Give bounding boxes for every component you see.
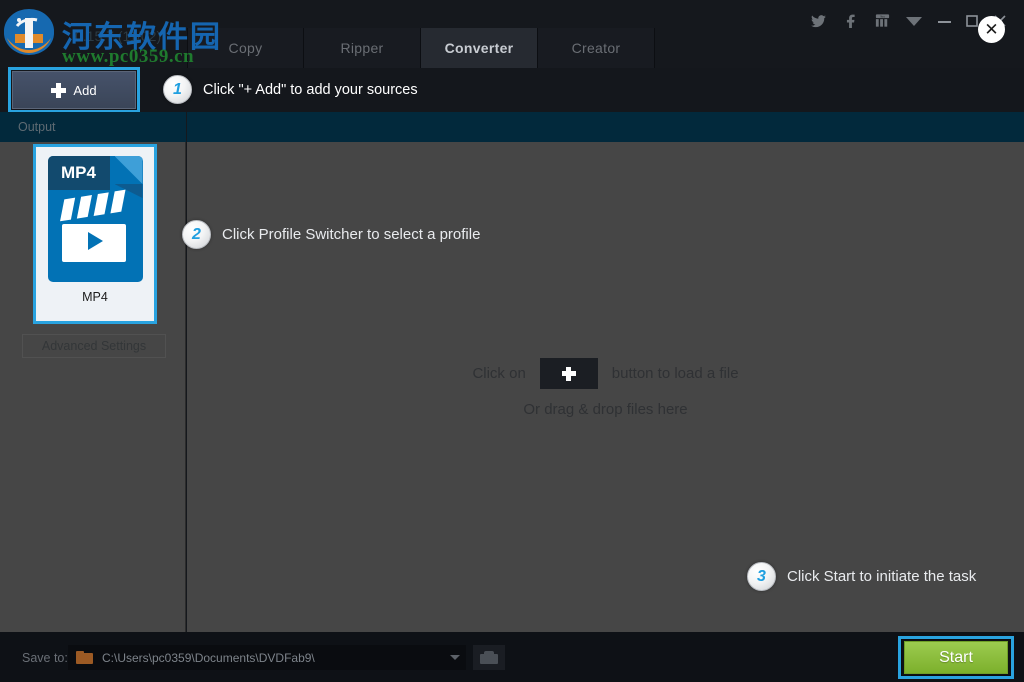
start-button-label: Start [939,648,973,666]
mp4-file-icon: MP4 [47,156,143,282]
main-drop-area[interactable]: Click on button to load a file Or drag &… [187,142,1024,632]
watermark-close-icon[interactable]: ✕ [978,16,1005,43]
plus-icon [51,82,67,98]
profile-name-label: MP4 [82,290,108,304]
step-1-text: Click "+ Add" to add your sources [203,81,418,98]
folder-open-icon [480,651,498,664]
mp4-format-badge: MP4 [47,156,110,190]
output-section-header: Output [0,112,186,142]
toolbar: Add Task Queue [0,67,1024,174]
output-path-dropdown[interactable] [443,645,466,670]
output-section-label: Output [18,120,56,134]
content-header-strip [187,112,1024,142]
svg-text:You: You [880,15,885,19]
drop-hint-primary: Click on button to load a file [187,358,1024,389]
folder-icon [76,651,93,664]
add-plus-chip[interactable] [539,358,598,389]
step-1-badge: 1 [163,75,192,104]
drop-hint-suffix: button to load a file [611,365,739,382]
bottom-bar: Save to: C:\Users\pc0359\Documents\DVDFa… [0,632,1024,682]
advanced-settings-label: Advanced Settings [41,339,147,353]
tab-creator[interactable]: Creator [538,28,655,68]
step-3-hint: 3 Click Start to initiate the task [747,562,976,591]
drop-hint-secondary: Or drag & drop files here [523,401,688,418]
chevron-down-icon [449,655,460,660]
dvdfab-converter-window: You Copy Ripper Converter Creator Add 1 … [0,0,1024,682]
tab-converter[interactable]: Converter [421,28,538,68]
step-2-hint: 2 Click Profile Switcher to select a pro… [182,220,480,249]
play-triangle-icon [87,232,103,250]
advanced-settings-button[interactable]: Advanced Settings [22,334,166,358]
tab-ripper[interactable]: Ripper [304,28,421,68]
browse-folder-button[interactable] [473,645,505,670]
start-button[interactable]: Start [904,641,1008,674]
output-path-field[interactable]: C:\Users\pc0359\Documents\DVDFab9\ [68,645,466,670]
watermark-site-url: www.pc0359.cn [62,46,195,67]
output-sidebar: MP4 MP4 Advanced Settings [0,142,186,632]
step-1-hint: 1 Click "+ Add" to add your sources [163,75,418,104]
drop-hint-prefix: Click on [472,365,526,382]
step-3-text: Click Start to initiate the task [787,568,977,585]
clapperboard-icon [59,189,130,262]
step-2-badge: 2 [182,220,211,249]
profile-card-mp4[interactable]: MP4 MP4 [33,144,157,324]
add-source-button[interactable]: Add [12,71,136,109]
step-3-badge: 3 [747,562,776,591]
add-button-label: Add [73,82,97,98]
plus-icon [561,366,576,381]
page-fold-icon [114,156,143,184]
watermark-logo [3,6,55,56]
output-path-value: C:\Users\pc0359\Documents\DVDFab9\ [102,650,315,665]
save-to-label: Save to: [22,650,68,665]
step-2-text: Click Profile Switcher to select a profi… [222,226,481,243]
